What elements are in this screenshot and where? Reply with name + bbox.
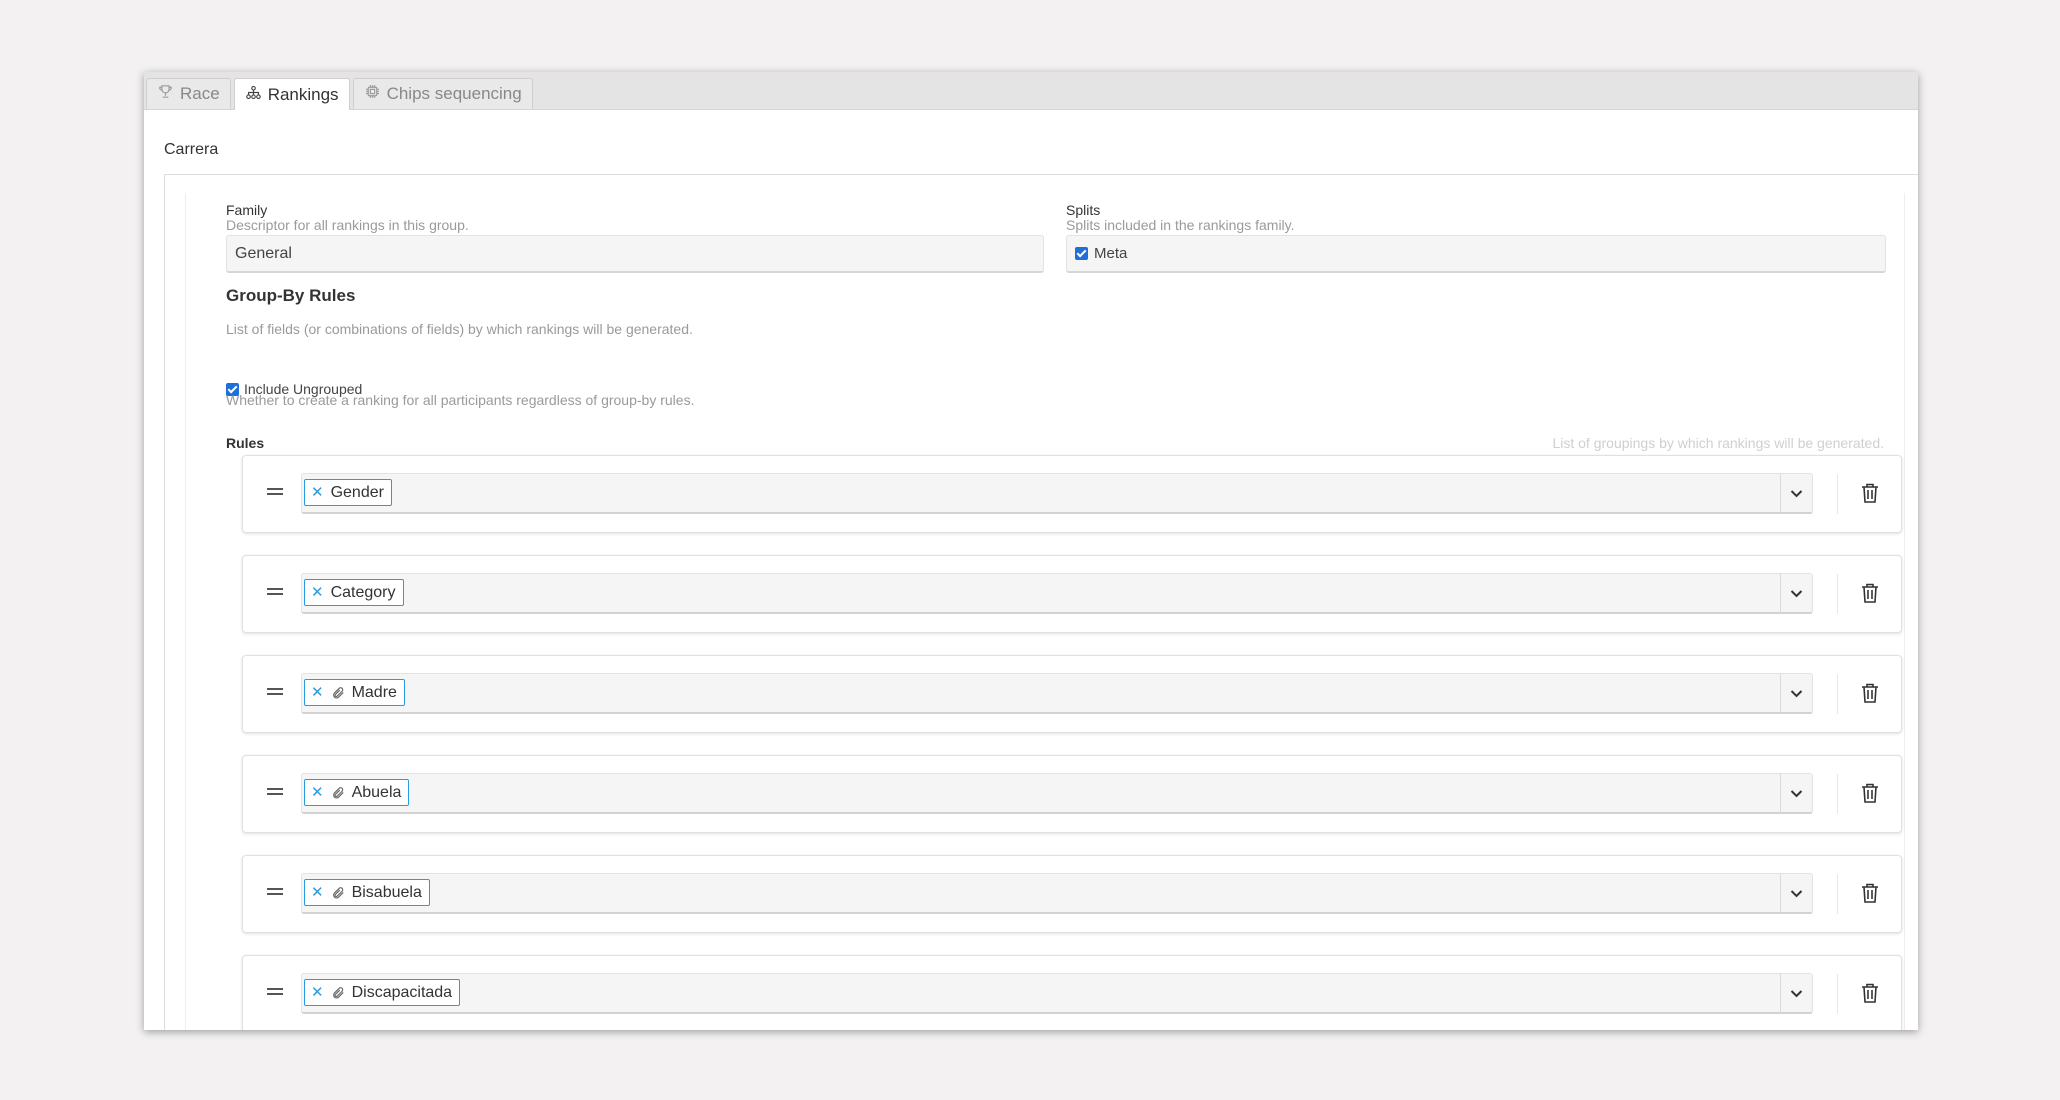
rules-label: Rules bbox=[226, 435, 265, 451]
rule-chip: ✕ Abuela bbox=[304, 779, 410, 806]
divider bbox=[1837, 974, 1838, 1014]
remove-chip-icon[interactable]: ✕ bbox=[311, 585, 324, 600]
splits-field: Meta bbox=[1066, 235, 1886, 273]
remove-chip-icon[interactable]: ✕ bbox=[311, 685, 324, 700]
rules-hint: List of groupings by which rankings will… bbox=[1552, 435, 1884, 451]
splits-meta-checkbox[interactable] bbox=[1075, 247, 1088, 260]
family-input-value: General bbox=[235, 244, 292, 262]
rule-chip-label: Abuela bbox=[351, 783, 402, 801]
rule-chip-label: Bisabuela bbox=[351, 883, 422, 901]
rule-select[interactable]: ✕ Madre bbox=[301, 673, 1813, 714]
rule-card: ✕ Category bbox=[242, 555, 1902, 633]
rankings-panel: Family Descriptor for all rankings in th… bbox=[164, 174, 1918, 1030]
hierarchy-icon bbox=[245, 84, 262, 106]
drag-handle-icon[interactable] bbox=[267, 587, 283, 597]
trash-icon[interactable] bbox=[1860, 782, 1880, 804]
tab-race[interactable]: Race bbox=[146, 78, 231, 109]
rule-chip-label: Madre bbox=[351, 683, 397, 701]
tab-rankings-label: Rankings bbox=[267, 84, 339, 104]
divider bbox=[1837, 674, 1838, 714]
rule-card: ✕ Abuela bbox=[242, 755, 1902, 833]
tab-chips-sequencing-label: Chips sequencing bbox=[386, 84, 522, 103]
group-by-title: Group-By Rules bbox=[226, 286, 356, 305]
paperclip-icon bbox=[331, 786, 345, 800]
rule-chip: ✕ Category bbox=[304, 579, 404, 606]
trash-icon[interactable] bbox=[1860, 682, 1880, 704]
trash-icon[interactable] bbox=[1860, 582, 1880, 604]
remove-chip-icon[interactable]: ✕ bbox=[311, 885, 324, 900]
group-by-description: List of fields (or combinations of field… bbox=[226, 321, 693, 337]
divider bbox=[1837, 474, 1838, 514]
app-window: Race Rankings Chips sequencing Carrera F… bbox=[144, 72, 1918, 1030]
remove-chip-icon[interactable]: ✕ bbox=[311, 985, 324, 1000]
trophy-icon bbox=[157, 83, 174, 105]
rule-select[interactable]: ✕ Bisabuela bbox=[301, 873, 1813, 914]
rule-select[interactable]: ✕ Gender bbox=[301, 473, 1813, 514]
splits-meta-label: Meta bbox=[1094, 245, 1128, 262]
trash-icon[interactable] bbox=[1860, 882, 1880, 904]
splits-description: Splits included in the rankings family. bbox=[1066, 217, 1295, 233]
paperclip-icon bbox=[331, 886, 345, 900]
rule-select[interactable]: ✕ Category bbox=[301, 573, 1813, 614]
drag-handle-icon[interactable] bbox=[267, 987, 283, 997]
family-label: Family bbox=[226, 202, 268, 218]
drag-handle-icon[interactable] bbox=[267, 487, 283, 497]
drag-handle-icon[interactable] bbox=[267, 887, 283, 897]
rule-chip: ✕ Gender bbox=[304, 479, 392, 506]
family-description: Descriptor for all rankings in this grou… bbox=[226, 217, 469, 233]
chevron-down-icon[interactable] bbox=[1780, 474, 1812, 513]
chevron-down-icon[interactable] bbox=[1780, 574, 1812, 613]
family-input[interactable]: General bbox=[226, 235, 1044, 273]
remove-chip-icon[interactable]: ✕ bbox=[311, 785, 324, 800]
rule-card: ✕ Madre bbox=[242, 655, 1902, 733]
chip-icon bbox=[364, 83, 381, 105]
rule-chip-label: Category bbox=[330, 583, 396, 601]
chevron-down-icon[interactable] bbox=[1780, 774, 1812, 813]
chevron-down-icon[interactable] bbox=[1780, 974, 1812, 1013]
divider bbox=[1837, 574, 1838, 614]
rule-chip-label: Discapacitada bbox=[351, 983, 453, 1001]
chevron-down-icon[interactable] bbox=[1780, 874, 1812, 913]
rule-select[interactable]: ✕ Discapacitada bbox=[301, 973, 1813, 1014]
trash-icon[interactable] bbox=[1860, 982, 1880, 1004]
rule-chip: ✕ Bisabuela bbox=[304, 879, 430, 906]
divider bbox=[1837, 774, 1838, 814]
divider bbox=[1837, 874, 1838, 914]
splits-label: Splits bbox=[1066, 202, 1101, 218]
rule-chip: ✕ Madre bbox=[304, 679, 405, 706]
chevron-down-icon[interactable] bbox=[1780, 674, 1812, 713]
rule-card: ✕ Gender bbox=[242, 455, 1902, 533]
paperclip-icon bbox=[331, 986, 345, 1000]
tab-chips-sequencing[interactable]: Chips sequencing bbox=[352, 78, 533, 109]
paperclip-icon bbox=[331, 686, 345, 700]
tab-race-label: Race bbox=[180, 84, 220, 103]
rule-select[interactable]: ✕ Abuela bbox=[301, 773, 1813, 814]
section-title: Carrera bbox=[164, 141, 219, 158]
rule-card: ✕ Discapacitada bbox=[242, 955, 1902, 1030]
tab-rankings[interactable]: Rankings bbox=[233, 78, 350, 110]
trash-icon[interactable] bbox=[1860, 482, 1880, 504]
drag-handle-icon[interactable] bbox=[267, 787, 283, 797]
remove-chip-icon[interactable]: ✕ bbox=[311, 485, 324, 500]
rule-card: ✕ Bisabuela bbox=[242, 855, 1902, 933]
tab-bar: Race Rankings Chips sequencing bbox=[144, 72, 1918, 110]
ranking-family-form: Family Descriptor for all rankings in th… bbox=[185, 193, 1905, 1030]
include-ungrouped-description: Whether to create a ranking for all part… bbox=[226, 392, 695, 408]
rule-chip-label: Gender bbox=[330, 483, 384, 501]
rule-chip: ✕ Discapacitada bbox=[304, 979, 461, 1006]
drag-handle-icon[interactable] bbox=[267, 687, 283, 697]
